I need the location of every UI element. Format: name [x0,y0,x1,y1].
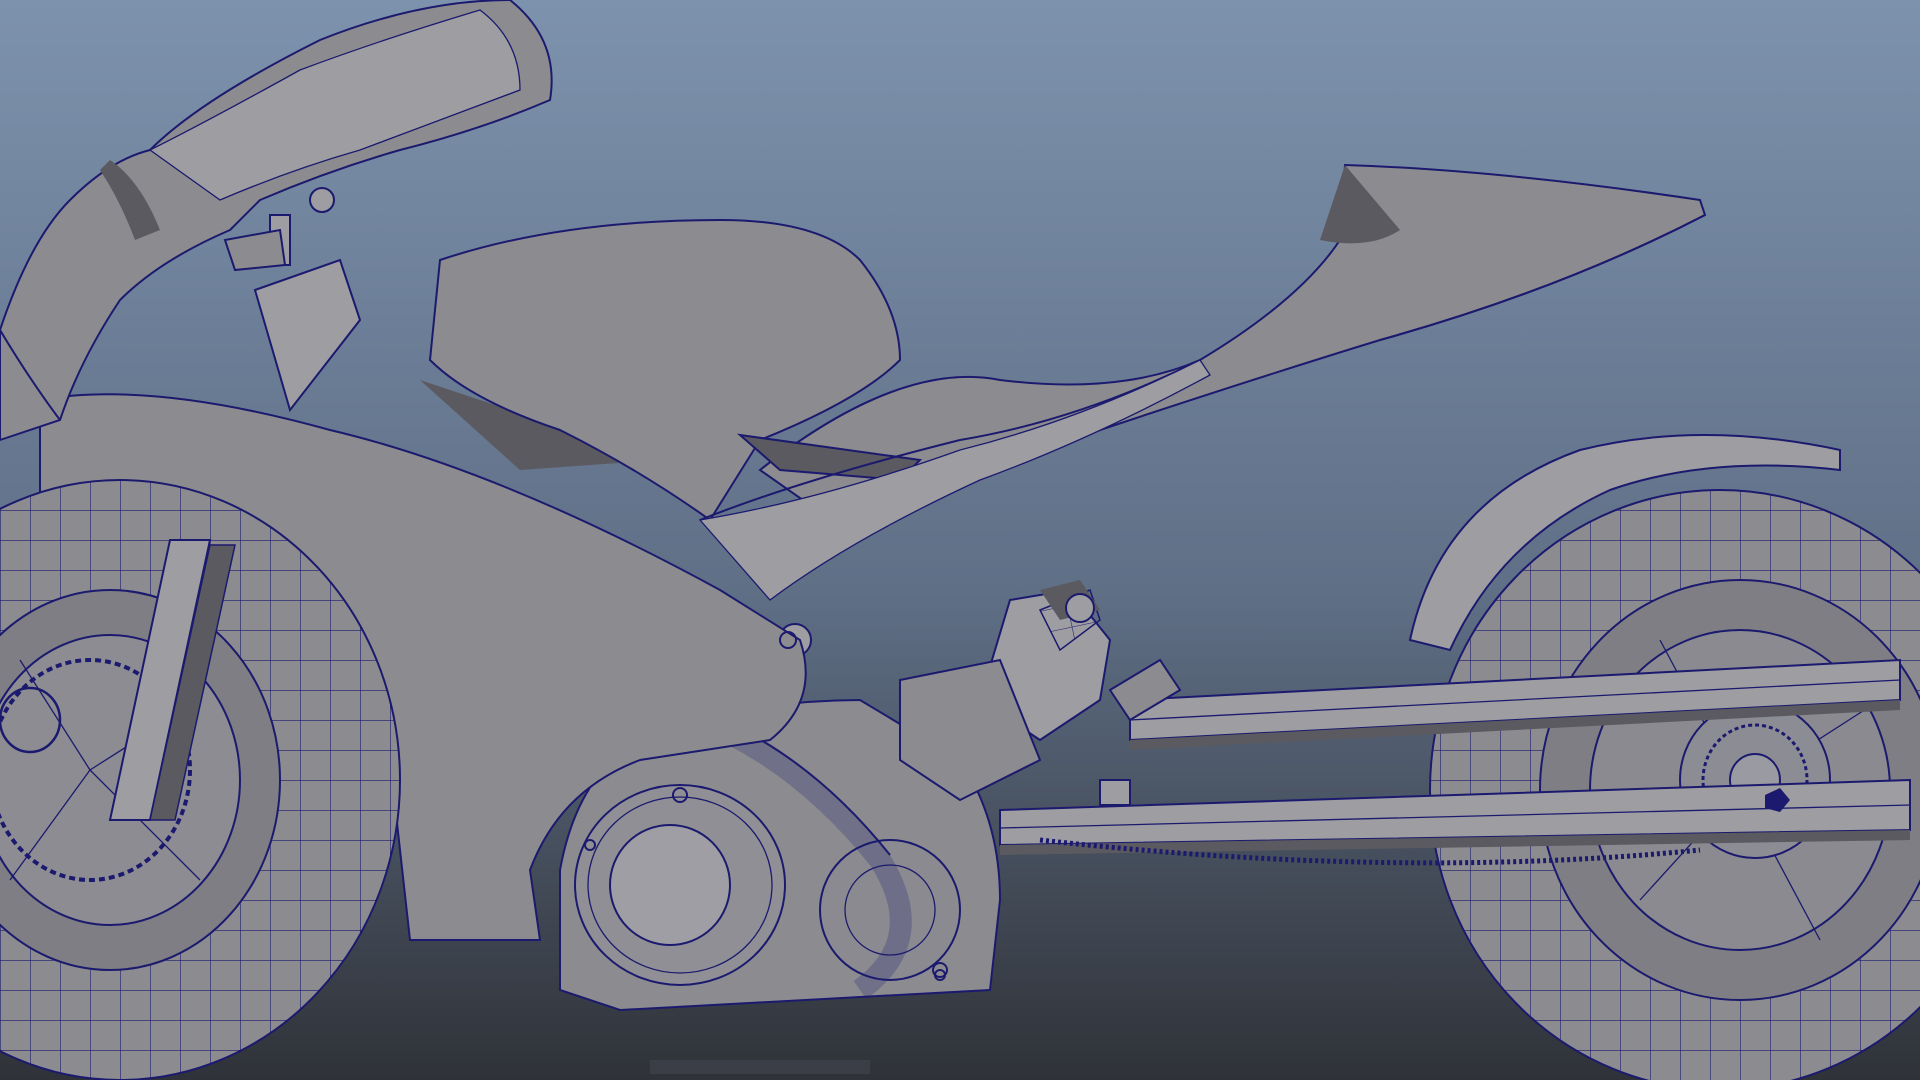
ground-shadow [650,1060,870,1074]
3d-viewport[interactable] [0,0,1920,1080]
viewport-canvas[interactable] [0,0,1920,1080]
